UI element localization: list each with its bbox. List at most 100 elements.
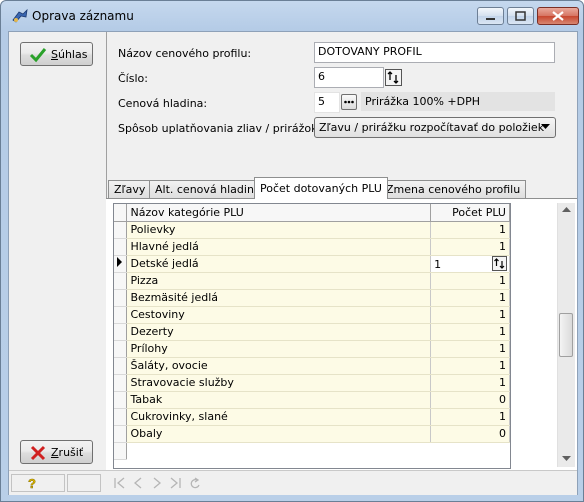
plu-count-cell[interactable]: 0 xyxy=(430,425,510,443)
grid-vertical-scrollbar[interactable] xyxy=(557,203,575,467)
row-indicator xyxy=(114,442,128,460)
plu-count-cell[interactable]: 1 xyxy=(430,221,510,239)
plu-count-cell[interactable]: 1 xyxy=(430,340,510,358)
grid-header-indicator xyxy=(114,204,128,222)
profile-name-field[interactable]: DOTOVANY PROFIL xyxy=(314,42,555,63)
plu-count-cell[interactable]: 1 xyxy=(430,357,510,375)
plu-count-editor[interactable]: 1 xyxy=(430,255,510,273)
status-cell-2 xyxy=(67,474,101,492)
scrollbar-thumb[interactable] xyxy=(559,313,573,357)
row-indicator[interactable] xyxy=(114,357,128,375)
dialog-window: Oprava záznamu Súhlas Zrušiť Názov cenov… xyxy=(0,0,584,502)
table-row[interactable]: Obaly 0 xyxy=(114,425,510,443)
row-indicator[interactable] xyxy=(114,391,128,409)
title-bar[interactable]: Oprava záznamu xyxy=(1,1,583,31)
tab-discounts[interactable]: Zľavy xyxy=(108,180,152,198)
row-indicator[interactable] xyxy=(114,374,128,392)
confirm-button[interactable]: Súhlas xyxy=(20,42,93,66)
row-indicator[interactable] xyxy=(114,289,128,307)
price-level-description: Prirážka 100% +DPH xyxy=(361,92,555,111)
svg-text:?: ? xyxy=(28,476,36,490)
category-name-cell[interactable]: Detské jedlá xyxy=(126,255,432,273)
table-row[interactable]: Dezerty 1 xyxy=(114,323,510,341)
category-name-cell[interactable]: Polievky xyxy=(126,221,432,239)
table-row[interactable]: Šaláty, ovocie 1 xyxy=(114,357,510,375)
plu-count-cell[interactable]: 0 xyxy=(430,391,510,409)
row-indicator[interactable] xyxy=(114,323,128,341)
category-name-cell[interactable]: Hlavné jedlá xyxy=(126,238,432,256)
spinner-arrows-icon xyxy=(387,71,399,84)
table-row[interactable]: Polievky 1 xyxy=(114,221,510,239)
dialog-client-area: Súhlas Zrušiť Názov cenového profilu: DO… xyxy=(8,31,578,495)
maximize-button[interactable] xyxy=(507,7,534,25)
row-indicator[interactable] xyxy=(114,425,128,443)
category-name-cell[interactable]: Dezerty xyxy=(126,323,432,341)
grid-body: Polievky 1 Hlavné jedlá 1 Detské jedlá 1 Pizza… xyxy=(114,221,510,460)
app-icon xyxy=(12,8,28,23)
plu-count-edit-value[interactable]: 1 xyxy=(434,258,441,271)
table-row[interactable]: Cukrovinky, slané 1 xyxy=(114,408,510,426)
category-name-cell[interactable]: Cestoviny xyxy=(126,306,432,324)
row-indicator[interactable] xyxy=(114,340,128,358)
profile-name-label: Názov cenového profilu: xyxy=(118,47,252,60)
plu-count-spinner[interactable] xyxy=(492,255,507,271)
price-level-label: Cenová hladina: xyxy=(118,97,208,110)
price-level-field[interactable]: 5 xyxy=(314,92,340,113)
plu-count-cell[interactable]: 1 xyxy=(430,272,510,290)
row-indicator[interactable] xyxy=(114,408,128,426)
category-name-cell[interactable]: Tabak xyxy=(126,391,432,409)
row-indicator[interactable] xyxy=(114,272,128,290)
status-bar: ? xyxy=(9,470,577,495)
row-indicator[interactable] xyxy=(114,221,128,239)
table-row[interactable]: Pizza 1 xyxy=(114,272,510,290)
help-icon[interactable]: ? xyxy=(25,476,39,490)
row-indicator[interactable] xyxy=(114,255,128,273)
close-icon xyxy=(552,11,564,21)
number-field[interactable]: 6 xyxy=(314,67,384,88)
plu-count-cell[interactable]: 1 xyxy=(430,323,510,341)
discount-method-select[interactable]: Zľavu / prirážku rozpočítavať do položie… xyxy=(314,117,556,138)
category-name-cell[interactable]: Šaláty, ovocie xyxy=(126,357,432,375)
plu-count-cell[interactable]: 1 xyxy=(430,289,510,307)
tab-price-profile-change[interactable]: Zmena cenového profilu xyxy=(380,180,527,198)
plu-count-cell[interactable]: 1 xyxy=(430,408,510,426)
status-help-cell: ? xyxy=(11,474,65,492)
cancel-button[interactable]: Zrušiť xyxy=(20,440,93,464)
tab-alt-price-level[interactable]: Alt. cenová hladina xyxy=(149,180,267,198)
column-header-plu-count[interactable]: Počet PLU xyxy=(430,204,510,222)
tab-strip: Zľavy Alt. cenová hladina Počet dotovaný… xyxy=(106,177,577,199)
table-row[interactable]: Detské jedlá 1 xyxy=(114,255,510,273)
table-row[interactable]: Prílohy 1 xyxy=(114,340,510,358)
scroll-down-arrow-icon[interactable] xyxy=(562,456,571,462)
table-row[interactable]: Hlavné jedlá 1 xyxy=(114,238,510,256)
table-row[interactable]: Stravovacie služby 1 xyxy=(114,374,510,392)
row-indicator[interactable] xyxy=(114,306,128,324)
plu-count-cell[interactable]: 1 xyxy=(430,306,510,324)
plu-count-cell[interactable]: 1 xyxy=(430,238,510,256)
row-indicator[interactable] xyxy=(114,238,128,256)
record-navigator[interactable] xyxy=(113,477,205,489)
ellipsis-icon xyxy=(344,100,354,104)
category-name-cell[interactable]: Stravovacie služby xyxy=(126,374,432,392)
table-row[interactable]: Bezmäsité jedlá 1 xyxy=(114,289,510,307)
plu-grid-table: Názov kategórie PLU Počet PLU Polievky 1 H… xyxy=(114,204,510,460)
price-level-lookup-button[interactable] xyxy=(341,94,357,110)
tab-subsidized-plu-count[interactable]: Počet dotovaných PLU xyxy=(254,177,388,199)
category-name-cell[interactable]: Prílohy xyxy=(126,340,432,358)
category-name-cell[interactable]: Cukrovinky, slané xyxy=(126,408,432,426)
left-button-panel: Súhlas Zrušiť xyxy=(9,32,107,469)
window-title: Oprava záznamu xyxy=(32,9,134,23)
minimize-button[interactable] xyxy=(477,7,504,25)
scroll-up-arrow-icon[interactable] xyxy=(562,207,571,213)
spinner-arrows-icon xyxy=(494,257,505,269)
close-button[interactable] xyxy=(537,7,579,25)
category-name-cell[interactable]: Pizza xyxy=(126,272,432,290)
category-name-cell[interactable]: Obaly xyxy=(126,425,432,443)
cancel-x-icon xyxy=(30,445,46,461)
column-header-category-name[interactable]: Názov kategórie PLU xyxy=(126,204,432,222)
category-name-cell[interactable]: Bezmäsité jedlá xyxy=(126,289,432,307)
plu-count-cell[interactable]: 1 xyxy=(430,374,510,392)
table-row[interactable]: Tabak 0 xyxy=(114,391,510,409)
table-row[interactable]: Cestoviny 1 xyxy=(114,306,510,324)
number-spinner[interactable] xyxy=(385,69,402,86)
